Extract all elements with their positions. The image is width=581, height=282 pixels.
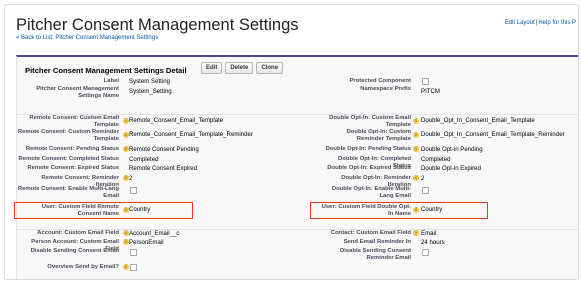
field-label: Remote Consent: Custom Email Template [29, 115, 119, 128]
field-label: Double Opt-In: Pending Status [325, 146, 411, 152]
help-icon[interactable]: i [413, 175, 419, 181]
help-icon[interactable]: i [123, 230, 129, 236]
field-label: Remote Consent: Expired Status [27, 165, 119, 171]
field-label: Send Email Reminder In [343, 239, 411, 245]
field-value: Remote_Consent_Email_Template [129, 117, 224, 124]
field-value: Remote Consent Expired [129, 165, 198, 172]
field-label: Contact: Custom Email Field [330, 230, 411, 236]
checkbox [130, 187, 137, 194]
page-frame: Pitcher Consent Management Settings « Ba… [4, 4, 579, 280]
field-label: Remote Consent: Enable Multi-Lang Email [17, 186, 119, 199]
help-icon[interactable]: i [123, 132, 129, 138]
field-label: Protected Component [349, 78, 411, 84]
field-label: Disable Sending Consent Reminder Email [339, 248, 411, 261]
help-icon[interactable]: i [123, 239, 129, 245]
detail-block: Pitcher Consent Management Settings Deta… [14, 55, 578, 279]
help-icon[interactable]: i [413, 146, 419, 152]
checkbox [422, 187, 429, 194]
edit-button[interactable]: Edit [201, 62, 223, 74]
delete-button[interactable]: Delete [225, 62, 254, 74]
help-icon[interactable]: i [123, 264, 129, 270]
field-label: Double Opt-In: Enable Multi-Lang Email [331, 186, 411, 199]
help-icon[interactable]: i [413, 118, 419, 124]
checkbox [130, 249, 137, 256]
help-icon[interactable]: i [123, 175, 129, 181]
checkbox [130, 264, 137, 271]
field-value: 24 hours [421, 239, 445, 246]
field-label: Double Opt-In: Custom Reminder Template [346, 129, 411, 142]
detail-title: Pitcher Consent Management Settings Deta… [25, 66, 187, 75]
help-icon[interactable]: i [123, 118, 129, 124]
field-label: Pitcher Consent Management Settings Name [36, 86, 119, 99]
field-value: Double Opt-in Expired [421, 165, 481, 172]
field-value: Account_Email__c [129, 230, 180, 237]
field-value: Completed [129, 156, 159, 163]
help-link[interactable]: Help for this P [538, 20, 576, 26]
page-title: Pitcher Consent Management Settings [16, 16, 299, 34]
field-value: Remote Consent Pending [129, 146, 199, 153]
back-to-list-link[interactable]: « Back to List: Pitcher Consent Manageme… [16, 35, 158, 41]
checkbox [422, 78, 429, 85]
checkbox [422, 249, 429, 256]
field-value: Remote_Consent_Email_Template_Reminder [129, 131, 253, 138]
field-label: Double Opt-In: Custom Email Template [329, 115, 411, 128]
help-icon[interactable]: i [123, 146, 129, 152]
field-value: 2 [421, 175, 425, 182]
field-label: Namespace Prefix [360, 86, 411, 92]
highlight-right [310, 202, 488, 219]
help-icon[interactable]: i [413, 230, 419, 236]
field-label: Disable Sending Consent Email [30, 248, 119, 254]
field-value: Email [421, 230, 437, 237]
field-value: System Setting [129, 78, 170, 85]
field-label: Remote Consent: Completed Status [18, 156, 119, 162]
detail-row: Remote Consent: Custom Email Template Rem… [17, 114, 578, 128]
field-label: Remote Consent: Custom Reminder Template [17, 129, 119, 142]
field-value: Double_Opt_In_Consent_Email_Template_Rem… [421, 131, 565, 138]
help-icon[interactable]: i [413, 132, 419, 138]
field-value: Double Opt-in Pending [421, 146, 483, 153]
edit-layout-link[interactable]: Edit Layout [505, 20, 535, 26]
field-value: PersonEmail [129, 239, 164, 246]
highlight-left [14, 202, 193, 219]
field-value: 2 [129, 175, 133, 182]
detail-buttons: Edit Delete Clone [201, 62, 284, 74]
detail-row: Account: Custom Email Field Account_Email… [17, 229, 578, 237]
field-label: Overview Send by Email? [47, 264, 119, 270]
field-label: Double Opt-In: Expired Status [327, 165, 411, 171]
clone-button[interactable]: Clone [256, 62, 284, 74]
field-value: Double_Opt_In_Consent_Email_Template [421, 117, 535, 124]
field-value: PITCM [421, 88, 440, 95]
field-label: Account: Custom Email Field [37, 230, 119, 236]
field-value: System_Setting [129, 88, 172, 95]
field-value: Completed [421, 156, 451, 163]
top-links: Edit Layout|Help for this P [505, 20, 576, 26]
field-label: Label [103, 78, 119, 84]
field-label: Remote Consent: Pending Status [25, 146, 119, 152]
